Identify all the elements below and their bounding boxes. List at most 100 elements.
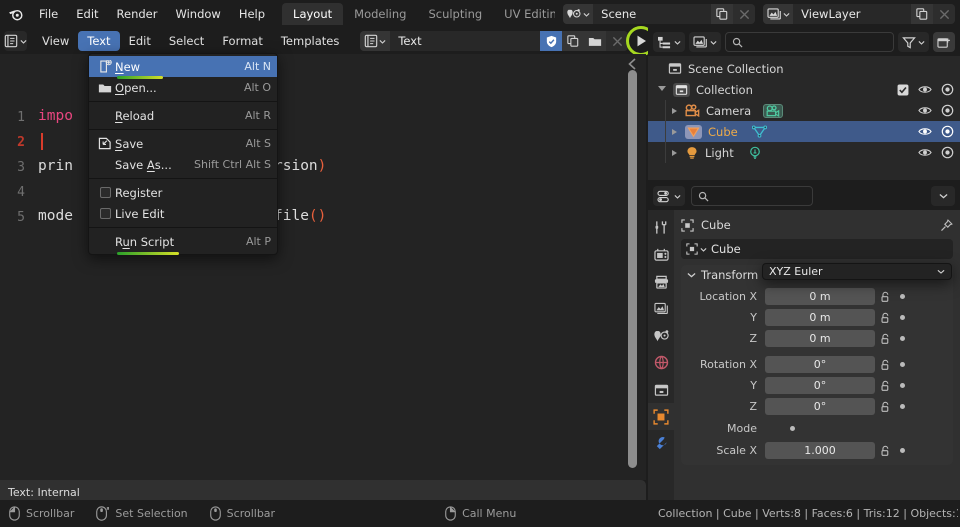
eye-icon[interactable] — [918, 147, 932, 158]
animate-dot[interactable] — [900, 383, 905, 388]
text-name-field[interactable]: Text — [390, 31, 541, 51]
chevron-right-icon[interactable] — [672, 149, 677, 156]
lock-icon[interactable] — [875, 445, 897, 457]
lock-icon[interactable] — [875, 359, 897, 371]
menu-item-new[interactable]: New Alt N — [89, 56, 277, 79]
menu-file[interactable]: File — [30, 0, 67, 28]
viewlayer-delete-button[interactable] — [933, 4, 956, 24]
text-datablock-icon[interactable] — [360, 31, 391, 51]
image-stack-icon[interactable] — [689, 32, 721, 52]
lock-icon[interactable] — [875, 333, 897, 345]
camera-render-icon[interactable] — [941, 125, 954, 138]
location-y-field[interactable]: 0 m — [765, 309, 875, 326]
properties-tab-scene[interactable] — [648, 322, 674, 349]
object-name-field[interactable]: Cube — [681, 239, 953, 259]
eye-icon[interactable] — [918, 84, 932, 95]
outliner-row-camera[interactable]: Camera — [648, 100, 960, 121]
eye-icon[interactable] — [918, 126, 932, 137]
folder-icon[interactable] — [584, 31, 607, 51]
chevron-right-icon[interactable] — [672, 128, 677, 135]
location-x-field[interactable]: 0 m — [765, 288, 875, 305]
menu-item-save[interactable]: Save Alt S — [89, 133, 277, 154]
rotation-y-field[interactable]: 0° — [765, 377, 875, 394]
checkbox-icon[interactable] — [99, 208, 111, 219]
chevron-right-icon[interactable] — [672, 107, 677, 114]
menu-render[interactable]: Render — [108, 0, 167, 28]
viewlayer-icon[interactable] — [763, 4, 794, 24]
lock-icon[interactable] — [875, 401, 897, 413]
chevron-down-icon[interactable] — [931, 186, 955, 206]
properties-tab-object[interactable] — [648, 403, 674, 430]
animate-dot[interactable] — [900, 404, 905, 409]
workspace-tab-layout[interactable]: Layout — [282, 3, 344, 25]
editor-menu-edit[interactable]: Edit — [120, 31, 160, 51]
menu-item-open[interactable]: Open... Alt O — [89, 77, 277, 98]
menu-item-save-as[interactable]: Save As... Shift Ctrl Alt S — [89, 154, 277, 175]
text-editor-icon[interactable] — [4, 31, 27, 51]
properties-tab-render[interactable] — [648, 241, 674, 268]
object-props-icon[interactable] — [681, 239, 711, 259]
outliner-row-light[interactable]: Light — [648, 142, 960, 163]
scale-x-field[interactable]: 1.000 — [765, 442, 875, 459]
animate-dot[interactable] — [900, 336, 905, 341]
mesh-data-icon[interactable] — [751, 125, 767, 138]
pin-icon[interactable] — [940, 218, 953, 232]
checkbox-icon[interactable] — [99, 187, 111, 198]
scene-name-field[interactable]: Scene — [593, 4, 712, 24]
camera-render-icon[interactable] — [941, 146, 954, 159]
scene-delete-button[interactable] — [733, 4, 756, 24]
editor-menu-text[interactable]: Text — [78, 31, 120, 51]
rotation-x-field[interactable]: 0° — [765, 356, 875, 373]
outliner-display-icon[interactable] — [653, 32, 685, 52]
editor-menu-templates[interactable]: Templates — [272, 31, 348, 51]
chevron-down-icon[interactable] — [658, 85, 666, 94]
menu-help[interactable]: Help — [230, 0, 274, 28]
funnel-icon[interactable] — [898, 32, 929, 52]
editor-menu-view[interactable]: View — [33, 31, 78, 51]
workspace-tab-uv-editing[interactable]: UV Editing — [493, 3, 555, 25]
menu-item-register[interactable]: Register — [89, 182, 277, 203]
animate-dot[interactable] — [900, 448, 905, 453]
text-new-button[interactable] — [562, 31, 585, 51]
menu-item-run-script[interactable]: Run Script Alt P — [89, 231, 277, 255]
camera-render-icon[interactable] — [941, 104, 954, 117]
properties-tab-tool[interactable] — [648, 214, 674, 241]
animate-dot[interactable] — [900, 315, 905, 320]
blender-logo-icon[interactable] — [0, 0, 30, 28]
outliner-row-cube[interactable]: Cube — [648, 121, 960, 142]
menu-item-reload[interactable]: Reload Alt R — [89, 105, 277, 126]
camera-render-icon[interactable] — [941, 83, 954, 96]
outliner-row-scene-collection[interactable]: Scene Collection — [648, 58, 960, 79]
shield-pin-icon[interactable] — [540, 31, 563, 51]
animate-dot[interactable] — [900, 294, 905, 299]
light-data-icon[interactable] — [748, 146, 762, 159]
eye-icon[interactable] — [918, 105, 932, 116]
menu-item-live-edit[interactable]: Live Edit — [89, 203, 277, 224]
properties-search-input[interactable] — [691, 186, 813, 206]
lock-icon[interactable] — [875, 312, 897, 324]
menu-window[interactable]: Window — [166, 0, 229, 28]
editor-vertical-scrollbar[interactable] — [628, 70, 637, 468]
lock-icon[interactable] — [875, 380, 897, 392]
text-unlink-button[interactable] — [606, 31, 629, 51]
editor-menu-format[interactable]: Format — [213, 31, 272, 51]
lock-icon[interactable] — [875, 291, 897, 303]
scene-new-button[interactable] — [711, 4, 734, 24]
properties-tab-collection[interactable] — [648, 376, 674, 403]
menu-edit[interactable]: Edit — [67, 0, 107, 28]
properties-tab-modifiers[interactable] — [648, 430, 674, 457]
properties-tab-view-layer[interactable] — [648, 295, 674, 322]
outliner-search-input[interactable] — [725, 32, 894, 52]
collection-checkbox[interactable] — [897, 84, 909, 96]
editor-menu-select[interactable]: Select — [160, 31, 213, 51]
camera-data-icon[interactable] — [763, 103, 784, 118]
animate-dot[interactable] — [790, 426, 795, 431]
workspace-tab-sculpting[interactable]: Sculpting — [417, 3, 493, 25]
viewlayer-name-field[interactable]: ViewLayer — [793, 4, 912, 24]
new-collection-icon[interactable] — [933, 32, 955, 52]
rotation-z-field[interactable]: 0° — [765, 398, 875, 415]
properties-tab-world[interactable] — [648, 349, 674, 376]
rotation-mode-dropdown[interactable]: XYZ Euler — [762, 263, 952, 280]
properties-tab-output[interactable] — [648, 268, 674, 295]
properties-icon[interactable] — [653, 186, 685, 206]
